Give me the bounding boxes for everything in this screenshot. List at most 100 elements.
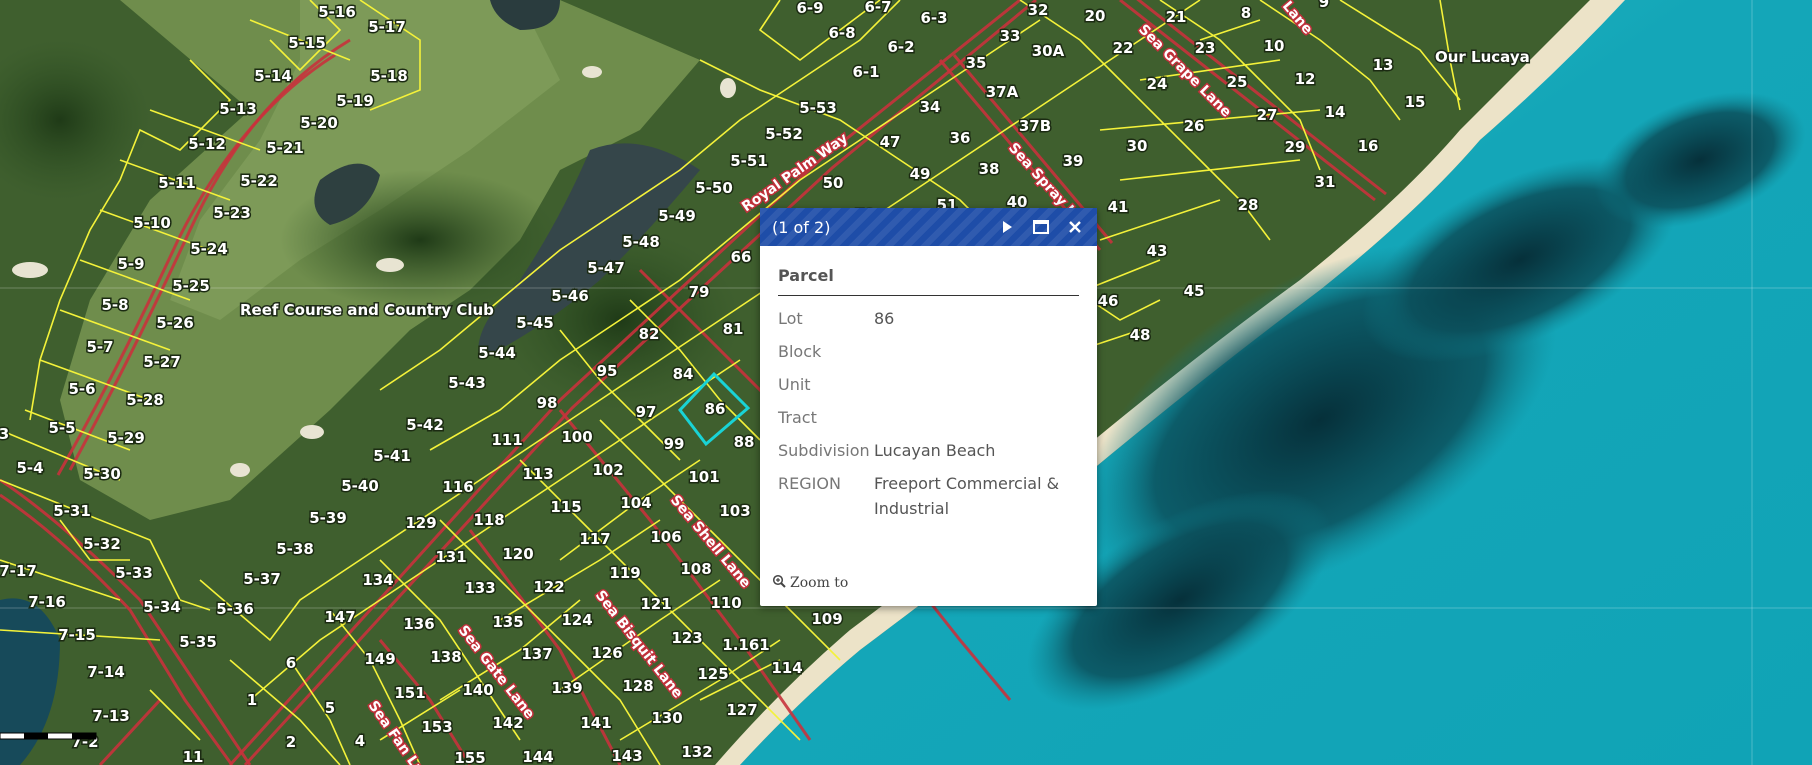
lot-label: 5-44 bbox=[478, 344, 516, 362]
lot-label: 10 bbox=[1264, 37, 1285, 55]
lot-label: 81 bbox=[723, 320, 744, 338]
lot-label: 25 bbox=[1227, 73, 1248, 91]
lot-label: 5-21 bbox=[266, 139, 304, 157]
lot-label: 108 bbox=[680, 560, 711, 578]
lot-label: 21 bbox=[1166, 8, 1187, 26]
attr-row-lot: Lot 86 bbox=[778, 306, 1079, 339]
lot-label: 5 bbox=[325, 699, 335, 717]
attr-name: Unit bbox=[778, 375, 811, 394]
lot-label: 125 bbox=[697, 665, 728, 683]
attr-value: 86 bbox=[874, 309, 895, 328]
lot-label: 5-19 bbox=[336, 92, 374, 110]
popup-toolbar bbox=[997, 217, 1085, 237]
lot-label: 141 bbox=[580, 714, 611, 732]
lot-label: 30A bbox=[1032, 42, 1065, 60]
maximize-icon[interactable] bbox=[1031, 217, 1051, 237]
attr-row-block: Block bbox=[778, 339, 1079, 372]
attr-value bbox=[874, 405, 1079, 438]
sand-bunker bbox=[582, 66, 602, 78]
lot-label: 5-41 bbox=[373, 447, 411, 465]
lot-label: 100 bbox=[561, 428, 592, 446]
lot-label: 22 bbox=[1113, 39, 1134, 57]
lot-label: 106 bbox=[650, 528, 681, 546]
popup-header: (1 of 2) bbox=[760, 208, 1097, 246]
lot-label: 38 bbox=[979, 160, 1000, 178]
lot-label: 5-14 bbox=[254, 67, 292, 85]
lot-label: 114 bbox=[771, 659, 802, 677]
close-icon[interactable] bbox=[1065, 217, 1085, 237]
lot-label: 33 bbox=[1000, 27, 1021, 45]
lot-label: 5-52 bbox=[765, 125, 803, 143]
popup-body: Parcel Lot 86 Block Unit Tract Subdivisi… bbox=[760, 246, 1097, 521]
lot-label: 133 bbox=[464, 579, 495, 597]
lot-label: 11 bbox=[183, 748, 204, 765]
lot-label: 6-7 bbox=[864, 0, 891, 16]
lot-label: 128 bbox=[622, 677, 653, 695]
zoom-to-label: Zoom to bbox=[790, 575, 849, 591]
lot-label: 7-17 bbox=[0, 562, 37, 580]
lot-label: 1.161 bbox=[722, 636, 769, 654]
lot-label: 8 bbox=[1241, 4, 1251, 22]
lot-label: 126 bbox=[591, 644, 622, 662]
lot-label: 5-18 bbox=[370, 67, 408, 85]
lot-label: 32 bbox=[1028, 1, 1049, 19]
place-label-reef-course: Reef Course and Country Club bbox=[240, 301, 494, 319]
lot-label: 6-8 bbox=[828, 24, 855, 42]
lot-label: 5-4 bbox=[16, 459, 43, 477]
lot-label: 5-13 bbox=[219, 100, 257, 118]
sand-bunker bbox=[300, 425, 324, 439]
lot-label: 111 bbox=[491, 431, 522, 449]
lot-label: 79 bbox=[689, 283, 710, 301]
lot-label: 7-14 bbox=[87, 663, 125, 681]
lot-label: 5-40 bbox=[341, 477, 379, 495]
lot-label: 5-7 bbox=[86, 338, 113, 356]
attr-value bbox=[874, 372, 1079, 405]
lot-label: 5-12 bbox=[188, 135, 226, 153]
lot-label: 12 bbox=[1295, 70, 1316, 88]
attr-name: Tract bbox=[778, 408, 817, 427]
lot-label: 138 bbox=[430, 648, 461, 666]
lot-label: 35 bbox=[966, 54, 987, 72]
lot-label: 137 bbox=[521, 645, 552, 663]
lot-label: 49 bbox=[910, 165, 931, 183]
lot-label: 151 bbox=[394, 684, 425, 702]
parcel-popup: (1 of 2) Parcel Lot 86 Block Unit Tract … bbox=[760, 208, 1097, 606]
attr-row-unit: Unit bbox=[778, 372, 1079, 405]
lot-label: 143 bbox=[611, 747, 642, 765]
lot-label: 5-31 bbox=[53, 502, 91, 520]
lot-label: 4 bbox=[355, 732, 365, 750]
play-arrow-icon[interactable] bbox=[997, 217, 1017, 237]
lot-label: 5-26 bbox=[156, 314, 194, 332]
lot-label: 155 bbox=[454, 749, 485, 765]
lot-label: 103 bbox=[719, 502, 750, 520]
lot-label: 118 bbox=[473, 511, 504, 529]
lot-label: 39 bbox=[1063, 152, 1084, 170]
lot-label: 5-49 bbox=[658, 207, 696, 225]
lot-label: 34 bbox=[920, 98, 941, 116]
lot-label: 36 bbox=[950, 129, 971, 147]
lot-label: 5-20 bbox=[300, 114, 338, 132]
sand-bunker bbox=[230, 463, 250, 477]
lot-label: 95 bbox=[597, 362, 618, 380]
attr-value: Lucayan Beach bbox=[874, 441, 996, 460]
lot-label: 88 bbox=[734, 433, 755, 451]
lot-label: 149 bbox=[364, 650, 395, 668]
lot-label: 5-51 bbox=[730, 152, 768, 170]
attr-name: REGION bbox=[778, 474, 841, 493]
lot-label: 7-13 bbox=[92, 707, 130, 725]
lot-label: 6-9 bbox=[796, 0, 823, 17]
lot-label: 101 bbox=[688, 468, 719, 486]
lot-label: 28 bbox=[1238, 196, 1259, 214]
lot-label: 26 bbox=[1184, 117, 1205, 135]
lot-label: 84 bbox=[673, 365, 694, 383]
attr-value: Freeport Commercial & Industrial bbox=[874, 474, 1060, 518]
lot-label: 5-25 bbox=[172, 277, 210, 295]
lot-label: 23 bbox=[1195, 39, 1216, 57]
lot-label: 102 bbox=[592, 461, 623, 479]
lot-label: 127 bbox=[726, 701, 757, 719]
lot-label: 66 bbox=[731, 248, 752, 266]
lot-label: 5-8 bbox=[101, 296, 128, 314]
zoom-to-link[interactable]: Zoom to bbox=[772, 574, 848, 592]
lot-label: 37A bbox=[986, 83, 1019, 101]
lot-label: 37B bbox=[1019, 117, 1051, 135]
